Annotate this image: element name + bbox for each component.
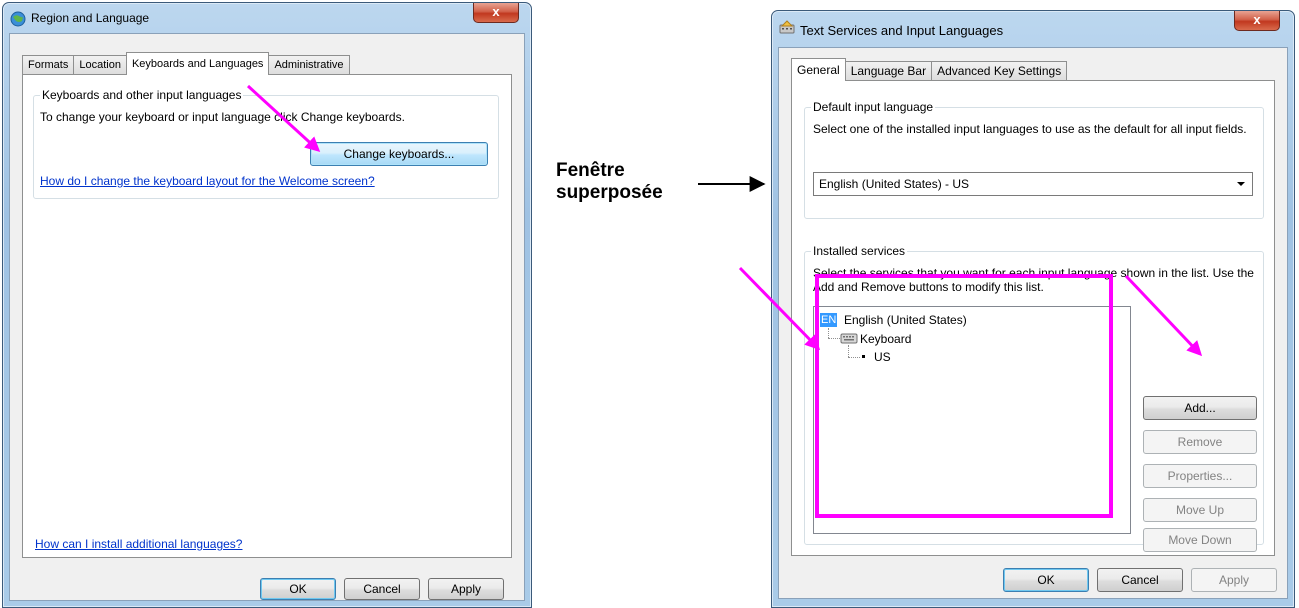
services-highlight-box: [815, 274, 1113, 518]
arrow-to-add-button: [1124, 274, 1203, 357]
arrow-to-change-keyboards: [246, 84, 321, 153]
arrow-to-services-tree: [738, 266, 821, 351]
tab-general[interactable]: General: [791, 58, 846, 81]
annotation-overlay: [246, 84, 1203, 518]
tab-keyboards-and-languages[interactable]: Keyboards and Languages: [125, 52, 270, 75]
